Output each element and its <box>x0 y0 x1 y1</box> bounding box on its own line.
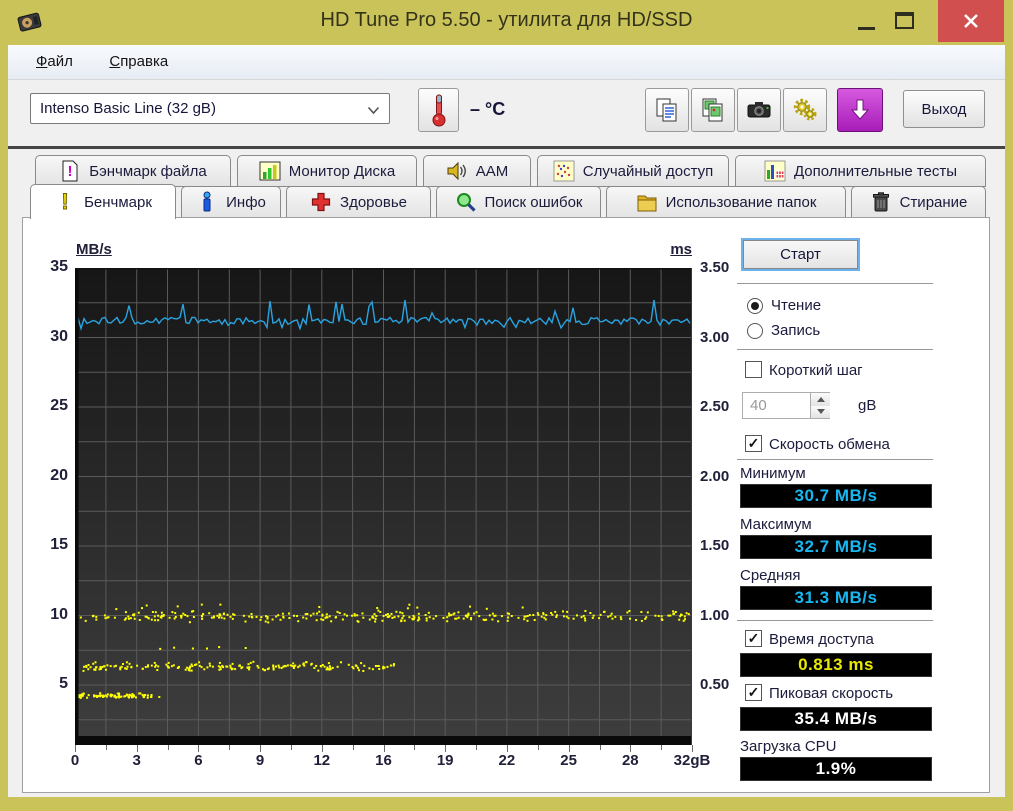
tab-label: Случайный доступ <box>582 162 714 180</box>
gears-icon <box>793 98 817 121</box>
tab-label: Поиск ошибок <box>484 193 583 211</box>
exit-button-label: Выход <box>921 100 967 118</box>
app-window: HD Tune Pro 5.50 - утилита для HD/SSD Фа… <box>0 0 1013 811</box>
exit-button[interactable]: Выход <box>903 90 985 128</box>
camera-icon <box>747 102 771 118</box>
options-button[interactable] <box>783 88 827 132</box>
y-axis-unit-right: ms <box>670 241 692 258</box>
toolbar-divider <box>8 146 1005 149</box>
menu-help[interactable]: Справка <box>105 53 172 70</box>
tab-label: Использование папок <box>665 193 817 211</box>
average-value: 31.3 MB/s <box>740 586 932 610</box>
benchmark-plot <box>75 268 692 745</box>
tab-folder-usage[interactable]: Использование папок <box>606 186 846 218</box>
read-radio-label: Чтение <box>771 297 822 314</box>
write-radio[interactable] <box>747 323 763 339</box>
tab-health[interactable]: Здоровье <box>286 186 431 218</box>
transfer-rate-label: Скорость обмена <box>769 436 890 453</box>
error-scan-icon <box>456 193 476 212</box>
transfer-rate-checkbox[interactable]: ✓ <box>745 435 762 452</box>
copy-text-icon <box>656 98 677 122</box>
cpu-usage-label: Загрузка CPU <box>740 738 837 755</box>
save-arrow-icon <box>850 99 870 120</box>
burst-rate-checkbox[interactable]: ✓ <box>745 684 762 701</box>
tab-info[interactable]: Инфо <box>181 186 281 218</box>
minimum-value: 30.7 MB/s <box>740 484 932 508</box>
separator <box>737 459 933 460</box>
write-radio-label: Запись <box>771 322 821 339</box>
minimize-icon[interactable] <box>858 27 875 30</box>
disk-monitor-icon <box>259 161 281 181</box>
tab-file-benchmark[interactable]: ! Бэнчмарк файла <box>35 155 231 187</box>
y-axis-unit-left: MB/s <box>76 241 112 258</box>
maximum-value: 32.7 MB/s <box>740 535 932 559</box>
save-results-button[interactable] <box>837 88 883 132</box>
close-icon[interactable] <box>938 0 1004 42</box>
stepper-up-button[interactable] <box>811 393 830 406</box>
temperature-readout: – °C <box>470 99 506 119</box>
tab-error-scan[interactable]: Поиск ошибок <box>436 186 601 218</box>
benchmark-icon: ! <box>61 191 69 213</box>
screenshot-button[interactable] <box>737 88 781 132</box>
tab-label: Монитор Диска <box>288 162 396 180</box>
svg-text:!: ! <box>61 191 68 213</box>
short-stride-checkbox[interactable] <box>745 361 762 378</box>
separator <box>737 349 933 350</box>
tab-label: Инфо <box>226 193 266 211</box>
chevron-down-icon <box>367 106 380 115</box>
minimum-label: Минимум <box>740 465 806 482</box>
temperature-button[interactable] <box>418 88 459 132</box>
drive-select-value: Intenso Basic Line (32 gB) <box>40 100 216 117</box>
start-button[interactable]: Старт <box>743 240 858 269</box>
start-button-label: Старт <box>780 246 821 263</box>
separator <box>737 620 933 621</box>
folder-usage-icon <box>637 195 657 212</box>
erase-icon <box>872 192 889 212</box>
thermometer-icon <box>432 94 445 127</box>
maximize-icon[interactable] <box>895 12 914 29</box>
tab-label: Дополнительные тесты <box>793 162 958 180</box>
tab-label: Бэнчмарк файла <box>89 162 207 180</box>
health-icon <box>311 192 331 212</box>
maximum-label: Максимум <box>740 516 812 533</box>
tab-label: AAM <box>475 162 509 180</box>
extra-tests-icon <box>764 160 786 182</box>
tab-extra-tests[interactable]: Дополнительные тесты <box>735 155 986 187</box>
random-access-icon <box>553 160 575 182</box>
stride-size-stepper[interactable]: 40 <box>742 392 830 419</box>
menu-bar: Файл Справка <box>8 45 1005 80</box>
tab-label: Стирание <box>899 193 968 211</box>
copy-image-icon <box>702 98 723 122</box>
tab-random-access[interactable]: Случайный доступ <box>537 155 729 187</box>
copy-text-button[interactable] <box>645 88 689 132</box>
cpu-usage-value: 1.9% <box>740 757 932 781</box>
tab-label: Здоровье <box>340 193 407 211</box>
access-time-label: Время доступа <box>769 631 874 648</box>
short-stride-label: Короткий шаг <box>769 362 863 379</box>
menu-file[interactable]: Файл <box>32 53 77 70</box>
tab-aam[interactable]: AAM <box>423 155 531 187</box>
copy-image-button[interactable] <box>691 88 735 132</box>
read-radio[interactable] <box>747 298 763 314</box>
separator <box>737 283 933 284</box>
tab-erase[interactable]: Стирание <box>851 186 986 218</box>
stepper-down-button[interactable] <box>811 405 830 418</box>
tab-disk-monitor[interactable]: Монитор Диска <box>237 155 417 187</box>
access-time-checkbox[interactable]: ✓ <box>745 630 762 647</box>
title-bar: HD Tune Pro 5.50 - утилита для HD/SSD <box>0 0 1013 45</box>
stride-unit-label: gB <box>858 397 877 414</box>
drive-select[interactable]: Intenso Basic Line (32 gB) <box>30 93 390 124</box>
info-icon <box>203 191 211 212</box>
access-time-value: 0.813 ms <box>740 653 932 677</box>
average-label: Средняя <box>740 567 801 584</box>
file-benchmark-icon: ! <box>62 160 78 182</box>
speaker-icon <box>447 161 466 181</box>
tab-benchmark[interactable]: ! Бенчмарк <box>30 184 176 219</box>
tab-label: Бенчмарк <box>84 193 152 211</box>
burst-rate-value: 35.4 MB/s <box>740 707 932 731</box>
svg-text:!: ! <box>68 163 73 180</box>
burst-rate-label: Пиковая скорость <box>769 685 894 702</box>
stride-size-value: 40 <box>750 397 767 414</box>
